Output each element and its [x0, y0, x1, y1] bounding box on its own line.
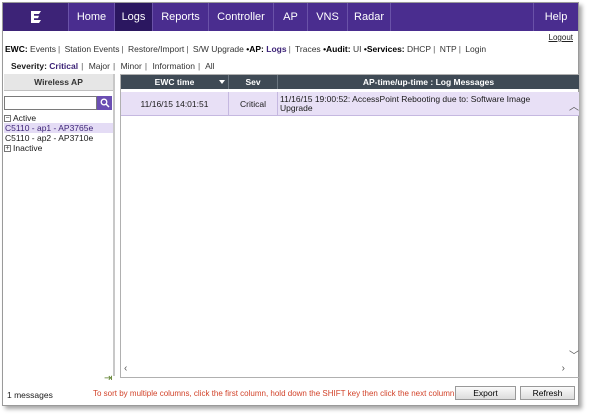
panel-resize-icon[interactable]: ⇥: [104, 373, 112, 384]
nav-ap[interactable]: AP: [274, 3, 308, 31]
severity-critical[interactable]: Critical: [49, 61, 78, 71]
tree-item-ap1[interactable]: C5110 - ap1 - AP3765e: [4, 123, 113, 133]
top-navigation: Home Logs Reports Controller AP VNS Rada…: [3, 3, 578, 31]
scroll-right-icon[interactable]: ›: [562, 363, 565, 374]
audit-label: •Audit:: [323, 44, 351, 54]
table-row[interactable]: 11/16/15 14:01:51 Critical 11/16/15 19:0…: [121, 92, 579, 116]
extreme-logo-icon[interactable]: [3, 3, 69, 31]
tree-group-active[interactable]: − Active: [4, 113, 113, 123]
ap-label: •AP:: [246, 44, 264, 54]
link-events[interactable]: Events: [30, 44, 56, 54]
scroll-down-icon[interactable]: ﹀: [569, 347, 579, 362]
nav-home[interactable]: Home: [69, 3, 115, 31]
nav-controller[interactable]: Controller: [209, 3, 274, 31]
link-dhcp[interactable]: DHCP: [407, 44, 431, 54]
ap-search-row: [4, 96, 113, 110]
vertical-scrollbar[interactable]: ︿ ﹀: [568, 90, 579, 364]
link-station-events[interactable]: Station Events: [65, 44, 120, 54]
severity-filter: Severity: Critical | Major | Minor | Inform…: [11, 61, 215, 71]
ewc-label: EWC:: [5, 44, 28, 54]
cell-ewc-time: 11/16/15 14:01:51: [121, 92, 229, 115]
sort-desc-icon: [219, 80, 225, 84]
nav-radar[interactable]: Radar: [348, 3, 391, 31]
services-label: •Services:: [363, 44, 405, 54]
column-ewc-time[interactable]: EWC time: [121, 75, 229, 89]
search-icon[interactable]: [97, 96, 112, 110]
log-table: EWC time Sev AP-time/up-time : Log Messa…: [120, 74, 580, 378]
wireless-ap-header: Wireless AP: [4, 74, 113, 91]
link-restore-import[interactable]: Restore/Import: [128, 44, 184, 54]
export-button[interactable]: Export: [455, 386, 516, 400]
wireless-ap-panel: Wireless AP − Active C5110 - ap1 - AP376…: [4, 74, 115, 376]
severity-label: Severity:: [11, 61, 47, 71]
app-window: Home Logs Reports Controller AP VNS Rada…: [2, 2, 580, 406]
message-count: 1 messages: [7, 390, 53, 400]
severity-information[interactable]: Information: [152, 61, 195, 71]
link-ap-logs[interactable]: Logs: [266, 44, 286, 54]
severity-all[interactable]: All: [205, 61, 214, 71]
column-sev[interactable]: Sev: [229, 75, 278, 89]
tree-item-ap2[interactable]: C5110 - ap2 - AP3710e: [4, 133, 113, 143]
logout-link[interactable]: Logout: [549, 33, 573, 42]
sort-hint: To sort by multiple columns, click the f…: [93, 389, 457, 398]
link-traces[interactable]: Traces: [295, 44, 321, 54]
nav-vns[interactable]: VNS: [308, 3, 348, 31]
expand-icon[interactable]: +: [4, 144, 11, 152]
nav-reports[interactable]: Reports: [153, 3, 209, 31]
severity-minor[interactable]: Minor: [121, 61, 142, 71]
nav-help[interactable]: Help: [534, 3, 578, 31]
column-log-messages[interactable]: AP-time/up-time : Log Messages: [278, 75, 579, 89]
tree-group-label: Inactive: [13, 143, 43, 153]
tree-group-label: Active: [13, 113, 37, 123]
link-ntp[interactable]: NTP: [440, 44, 457, 54]
collapse-icon[interactable]: −: [4, 114, 11, 122]
link-audit-ui[interactable]: UI: [353, 44, 362, 54]
sub-navigation: EWC: Events | Station Events | Restore/Imp…: [5, 44, 487, 54]
cell-sev: Critical: [229, 92, 278, 115]
horizontal-scrollbar[interactable]: ‹ ›: [121, 363, 568, 376]
refresh-button[interactable]: Refresh: [520, 386, 575, 400]
table-header: EWC time Sev AP-time/up-time : Log Messa…: [121, 75, 579, 89]
severity-major[interactable]: Major: [89, 61, 110, 71]
cell-message: 11/16/15 19:00:52: AccessPoint Rebooting…: [280, 93, 531, 113]
link-login[interactable]: Login: [465, 44, 486, 54]
scroll-up-icon[interactable]: ︿: [569, 98, 579, 113]
ap-search-input[interactable]: [4, 96, 97, 110]
tree-group-inactive[interactable]: + Inactive: [4, 143, 113, 153]
nav-spacer: [391, 3, 534, 31]
scroll-left-icon[interactable]: ‹: [124, 363, 127, 374]
link-sw-upgrade[interactable]: S/W Upgrade: [193, 44, 244, 54]
ap-tree: − Active C5110 - ap1 - AP3765e C5110 - a…: [4, 113, 113, 153]
nav-logs[interactable]: Logs: [115, 3, 153, 31]
